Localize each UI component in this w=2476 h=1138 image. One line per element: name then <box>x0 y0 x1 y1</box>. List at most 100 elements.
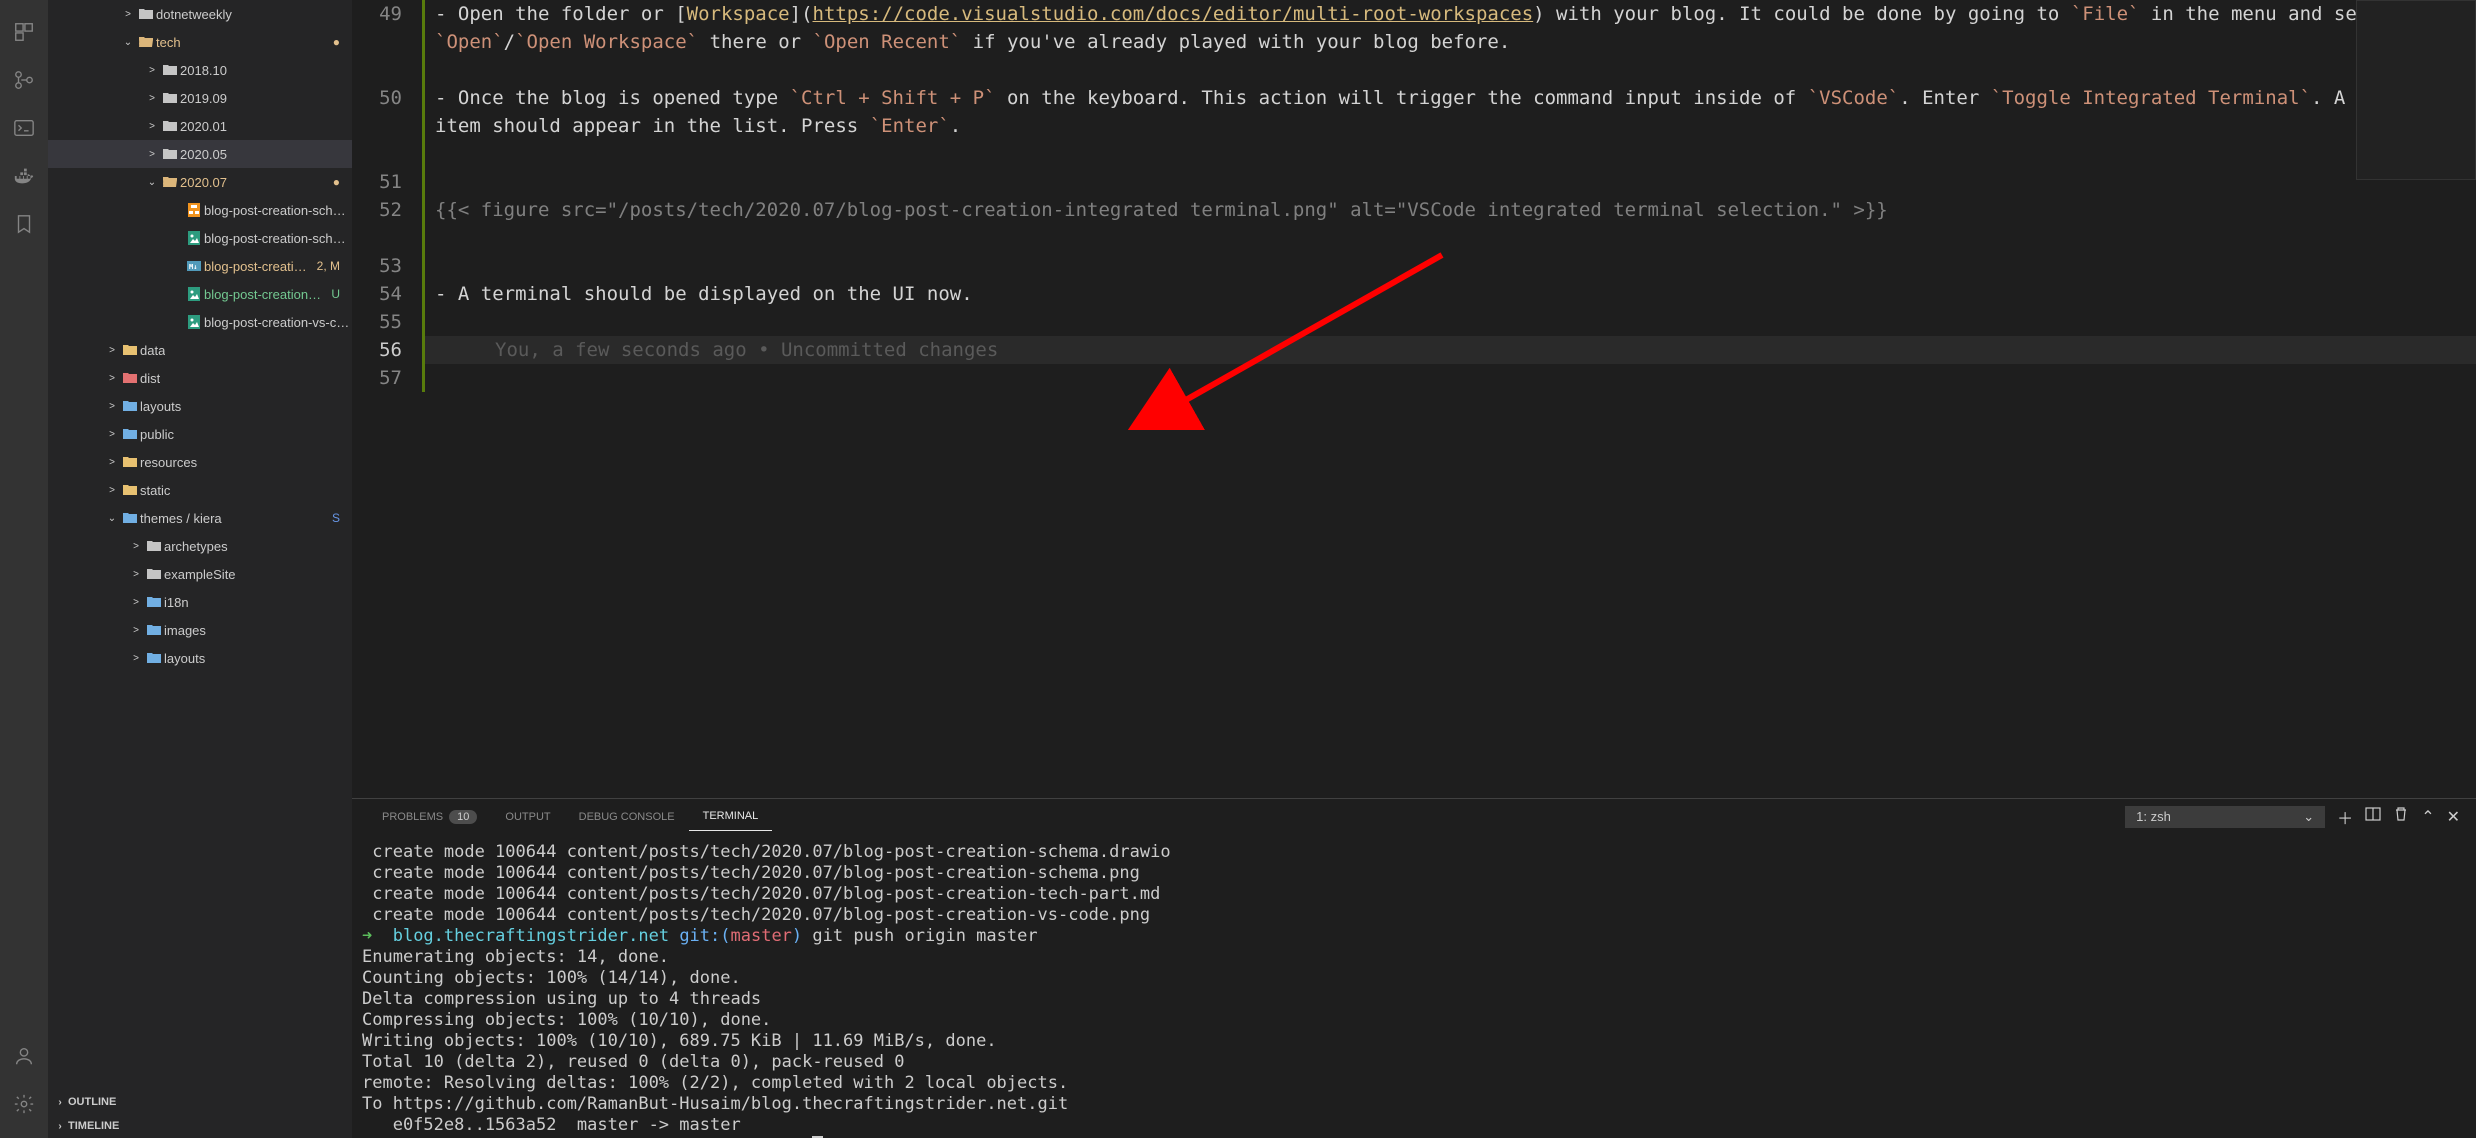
chevron-icon: > <box>104 401 120 412</box>
folder-blue-icon <box>144 622 164 638</box>
scm-status: 2, M <box>317 259 340 273</box>
tree-item-label: blog-post-creati… <box>204 259 307 274</box>
folder-open-icon <box>136 34 156 50</box>
tree-item[interactable]: blog-post-creation…U <box>48 280 352 308</box>
tree-item-label: 2020.01 <box>180 119 227 134</box>
problems-tab[interactable]: PROBLEMS 10 <box>368 802 491 832</box>
extensions-icon[interactable] <box>0 8 48 56</box>
output-tab[interactable]: OUTPUT <box>491 803 564 831</box>
tree-item[interactable]: >dist <box>48 364 352 392</box>
tree-item[interactable]: >data <box>48 336 352 364</box>
chevron-icon: > <box>128 541 144 552</box>
tree-item-label: 2020.07 <box>180 175 227 190</box>
code-line[interactable] <box>422 168 2476 196</box>
tree-item[interactable]: >layouts <box>48 392 352 420</box>
folder-blue-icon <box>120 510 140 526</box>
terminal-content[interactable]: create mode 100644 content/posts/tech/20… <box>352 834 2476 1138</box>
timeline-section[interactable]: › TIMELINE <box>48 1114 352 1138</box>
line-number: 56 <box>352 336 402 364</box>
folder-blue-icon <box>144 650 164 666</box>
outline-section[interactable]: › OUTLINE <box>48 1090 352 1114</box>
source-control-icon[interactable] <box>0 56 48 104</box>
settings-gear-icon[interactable] <box>0 1080 48 1128</box>
tree-item[interactable]: >archetypes <box>48 532 352 560</box>
maximize-panel-icon[interactable]: ⌃ <box>2421 807 2434 827</box>
code-line[interactable]: - Once the blog is opened type `Ctrl + S… <box>422 84 2476 168</box>
folder-blue-icon <box>120 426 140 442</box>
code-line[interactable] <box>422 252 2476 280</box>
tree-item[interactable]: ⌄themes / kieraS <box>48 504 352 532</box>
chevron-icon: > <box>128 653 144 664</box>
debug-console-tab[interactable]: DEBUG CONSOLE <box>565 803 689 831</box>
account-icon[interactable] <box>0 1032 48 1080</box>
section-label: OUTLINE <box>68 1096 116 1108</box>
code-line[interactable]: {{< figure src="/posts/tech/2020.07/blog… <box>422 196 2476 252</box>
folder-red-icon <box>120 370 140 386</box>
bottom-panel: PROBLEMS 10 OUTPUT DEBUG CONSOLE TERMINA… <box>352 798 2476 1138</box>
panel-tabs: PROBLEMS 10 OUTPUT DEBUG CONSOLE TERMINA… <box>352 799 2476 834</box>
chevron-icon: > <box>104 429 120 440</box>
docker-icon[interactable] <box>0 152 48 200</box>
png-icon <box>184 230 204 246</box>
folder-yellow-icon <box>120 342 140 358</box>
minimap[interactable] <box>2356 0 2476 180</box>
new-terminal-icon[interactable]: ＋ <box>2337 805 2353 829</box>
tree-item[interactable]: >layouts <box>48 644 352 672</box>
tree-item[interactable]: >exampleSite <box>48 560 352 588</box>
tree-item-label: 2019.09 <box>180 91 227 106</box>
split-terminal-icon[interactable] <box>2365 806 2381 827</box>
tree-item[interactable]: >static <box>48 476 352 504</box>
kill-terminal-icon[interactable] <box>2393 806 2409 827</box>
folder-icon <box>144 566 164 582</box>
code-line[interactable] <box>422 308 2476 336</box>
tree-item-label: data <box>140 343 165 358</box>
modified-dot: ● <box>333 35 340 49</box>
tree-item[interactable]: blog-post-creation-vs-c… <box>48 308 352 336</box>
terminal-activity-icon[interactable] <box>0 104 48 152</box>
tree-item[interactable]: >2020.01 <box>48 112 352 140</box>
line-gutter: 495051525354555657 <box>352 0 422 798</box>
folder-open-icon <box>160 174 180 190</box>
tree-item[interactable]: M↓blog-post-creati…2, M <box>48 252 352 280</box>
terminal-selector[interactable]: 1: zsh ⌄ <box>2125 806 2325 828</box>
folder-icon <box>160 90 180 106</box>
line-number: 54 <box>352 280 402 308</box>
code-line[interactable]: - Open the folder or [Workspace](https:/… <box>422 0 2476 84</box>
tree-item[interactable]: >i18n <box>48 588 352 616</box>
tree-item[interactable]: >resources <box>48 448 352 476</box>
section-label: TIMELINE <box>68 1120 119 1132</box>
chevron-icon: > <box>104 457 120 468</box>
tree-item-label: dotnetweekly <box>156 7 232 22</box>
close-panel-icon[interactable]: ✕ <box>2447 807 2460 827</box>
tree-item[interactable]: ⌄tech● <box>48 28 352 56</box>
chevron-icon: > <box>104 373 120 384</box>
code-line[interactable] <box>422 364 2476 392</box>
bookmark-icon[interactable] <box>0 200 48 248</box>
chevron-icon: > <box>128 597 144 608</box>
code-content[interactable]: - Open the folder or [Workspace](https:/… <box>422 0 2476 798</box>
tree-item-label: tech <box>156 35 181 50</box>
code-line[interactable]: You, a few seconds ago • Uncommitted cha… <box>422 336 2476 364</box>
scm-status: S <box>332 511 340 525</box>
terminal-tab[interactable]: TERMINAL <box>689 802 773 831</box>
tree-item[interactable]: >dotnetweekly <box>48 0 352 28</box>
tree-item[interactable]: >images <box>48 616 352 644</box>
tree-item[interactable]: blog-post-creation-sch… <box>48 196 352 224</box>
tree-item[interactable]: blog-post-creation-sch… <box>48 224 352 252</box>
line-number: 55 <box>352 308 402 336</box>
file-tree[interactable]: >dotnetweekly⌄tech●>2018.10>2019.09>2020… <box>48 0 352 1090</box>
tab-label: PROBLEMS <box>382 811 443 823</box>
tree-item[interactable]: ⌄2020.07● <box>48 168 352 196</box>
folder-icon <box>136 6 156 22</box>
tree-item[interactable]: >2018.10 <box>48 56 352 84</box>
tree-item[interactable]: >2020.05 <box>48 140 352 168</box>
tree-item[interactable]: >public <box>48 420 352 448</box>
code-editor[interactable]: 495051525354555657 - Open the folder or … <box>352 0 2476 798</box>
png-icon <box>184 286 204 302</box>
tree-item-label: blog-post-creation-vs-c… <box>204 315 349 330</box>
chevron-icon: > <box>144 121 160 132</box>
tree-item-label: blog-post-creation… <box>204 287 321 302</box>
tree-item[interactable]: >2019.09 <box>48 84 352 112</box>
code-line[interactable]: - A terminal should be displayed on the … <box>422 280 2476 308</box>
tree-item-label: 2018.10 <box>180 63 227 78</box>
